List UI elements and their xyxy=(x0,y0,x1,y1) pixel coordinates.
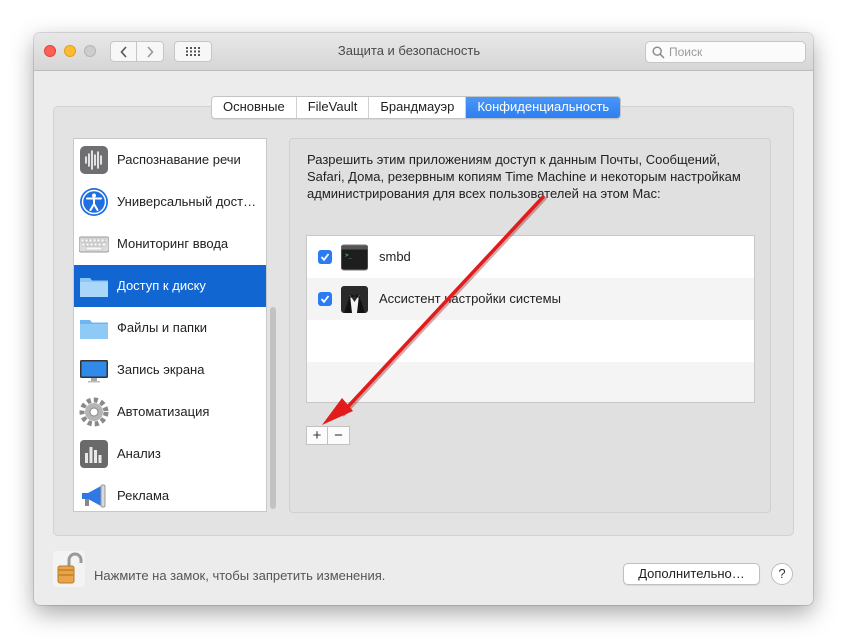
butler-icon xyxy=(341,286,368,313)
search-placeholder: Поиск xyxy=(669,45,703,59)
window-title: Защита и безопасность xyxy=(337,43,481,58)
access-description: Разрешить этим приложениям доступ к данн… xyxy=(307,152,741,201)
add-button[interactable]: + xyxy=(306,426,328,445)
svg-text:>_: >_ xyxy=(345,252,353,259)
lock-icon[interactable] xyxy=(53,551,85,587)
forward-button[interactable] xyxy=(137,41,164,62)
sidebar-item-screen-recording[interactable]: Запись экрана xyxy=(74,349,266,391)
folder-icon xyxy=(80,320,108,339)
list-item xyxy=(307,362,754,402)
close-button[interactable] xyxy=(44,45,56,57)
app-checkbox[interactable] xyxy=(318,292,332,306)
sidebar-item-label: Распознавание речи xyxy=(117,152,241,167)
sidebar-item-automation[interactable]: Автоматизация xyxy=(74,391,266,433)
sidebar-item-label: Мониторинг ввода xyxy=(117,236,229,251)
megaphone-icon xyxy=(82,484,106,508)
tab-firewall[interactable]: Брандмауэр xyxy=(369,97,467,118)
lock-hint: Нажмите на замок, чтобы запретить измене… xyxy=(94,568,386,583)
sidebar-item-speech-recognition[interactable]: Распознавание речи xyxy=(74,139,266,181)
sidebar-item-label: Реклама xyxy=(117,488,170,503)
app-name: Ассистент настройки системы xyxy=(379,291,561,306)
sidebar-item-label: Запись экрана xyxy=(117,362,205,377)
back-button[interactable] xyxy=(110,41,137,62)
checkmark-icon xyxy=(320,295,330,304)
app-name: smbd xyxy=(379,249,411,264)
sidebar-item-analytics[interactable]: Анализ xyxy=(74,433,266,475)
keyboard-icon xyxy=(79,236,109,253)
grid-icon xyxy=(186,47,200,56)
waveform-icon xyxy=(80,146,108,174)
sidebar-scrollbar[interactable] xyxy=(270,307,276,509)
app-checkbox[interactable] xyxy=(318,250,332,264)
accessibility-icon xyxy=(80,188,108,216)
list-item xyxy=(307,320,754,362)
sidebar-item-label: Универсальный дост… xyxy=(117,194,257,209)
folder-icon xyxy=(80,278,108,297)
remove-button[interactable]: − xyxy=(328,426,350,445)
list-item[interactable]: >_ smbd xyxy=(307,236,754,278)
zoom-button[interactable] xyxy=(84,45,96,57)
sidebar-item-label: Анализ xyxy=(117,446,161,461)
sidebar-item-label: Доступ к диску xyxy=(117,278,206,293)
sidebar-item-label: Файлы и папки xyxy=(117,320,208,335)
show-all-button[interactable] xyxy=(174,41,212,62)
sidebar-item-files-folders[interactable]: Файлы и папки xyxy=(74,307,266,349)
search-input[interactable]: Поиск xyxy=(645,41,806,63)
gear-icon xyxy=(79,397,109,427)
sidebar-item-input-monitoring[interactable]: Мониторинг ввода xyxy=(74,223,266,265)
bar-chart-icon xyxy=(80,440,108,468)
sidebar-item-accessibility[interactable]: Универсальный дост… xyxy=(74,181,266,223)
tab-general[interactable]: Основные xyxy=(212,97,297,118)
privacy-category-list: Распознавание речи Универсальный дост… М… xyxy=(73,138,267,512)
window: Защита и безопасность Поиск Основные Fil… xyxy=(34,33,813,605)
tab-filevault[interactable]: FileVault xyxy=(297,97,370,118)
sidebar-item-full-disk-access[interactable]: Доступ к диску xyxy=(74,265,266,307)
chevron-right-icon xyxy=(147,45,154,58)
app-list: >_ smbd Ассистент настройки системы xyxy=(306,235,755,403)
chevron-left-icon xyxy=(119,45,127,58)
sidebar-item-label: Автоматизация xyxy=(117,404,210,419)
list-item[interactable]: Ассистент настройки системы xyxy=(307,278,754,320)
tab-privacy[interactable]: Конфиденциальность xyxy=(466,97,621,118)
search-icon xyxy=(652,46,665,59)
terminal-icon: >_ xyxy=(341,244,368,271)
checkmark-icon xyxy=(320,253,330,262)
minimize-button[interactable] xyxy=(64,45,76,57)
sidebar-item-advertising[interactable]: Реклама xyxy=(74,475,266,511)
display-icon xyxy=(80,360,108,383)
tab-bar: Основные FileVault Брандмауэр Конфиденци… xyxy=(211,96,622,119)
titlebar: Защита и безопасность Поиск xyxy=(34,33,813,71)
advanced-button[interactable]: Дополнительно… xyxy=(623,563,760,585)
help-button[interactable]: ? xyxy=(771,563,793,585)
